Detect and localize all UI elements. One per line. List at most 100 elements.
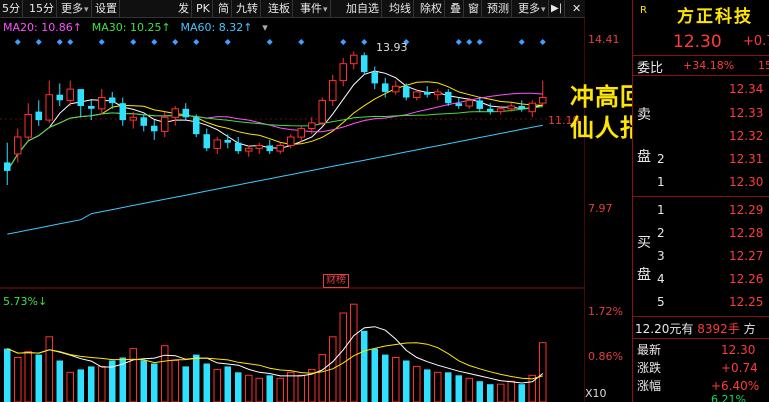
event-diamond-icon	[539, 39, 546, 45]
volume-bar-down	[77, 369, 84, 402]
bid-row[interactable]: 2 12.28	[633, 223, 769, 243]
vol-axis-mid: 0.86%	[588, 350, 623, 363]
ask-row[interactable]: 2 12.31	[633, 149, 769, 169]
candle-body-up	[245, 147, 253, 152]
play-icon[interactable]: ▶|	[549, 0, 566, 17]
kline-chart[interactable]: 11.19 MA20: 10.86↑ MA30: 10.25↑ MA60: 8.…	[0, 18, 623, 402]
ask-row[interactable]: 12.34	[633, 79, 769, 99]
candle-body-down	[487, 108, 494, 112]
volume-bar-up	[497, 383, 505, 402]
candle-body-up	[287, 136, 295, 146]
volume-bar-up	[66, 371, 74, 402]
candle-body-down	[151, 125, 158, 132]
stat-row-pct: 涨幅 +6.40%	[637, 379, 760, 393]
volume-bar-down	[151, 363, 158, 402]
nine-turn-button[interactable]: 九转	[234, 0, 261, 17]
more-period-dropdown[interactable]: 更多	[59, 0, 92, 17]
event-diamond-icon	[193, 39, 200, 45]
volume-bar-up	[297, 374, 305, 402]
event-diamond-icon	[455, 39, 462, 45]
fund-info: 12.20元有 8392手 方	[635, 320, 756, 337]
ma5-line	[6, 70, 543, 172]
bid-row[interactable]: 5 12.25	[633, 292, 769, 312]
candle-body-down	[266, 145, 273, 152]
weibi-label: 委比	[637, 61, 664, 76]
high-price-marker: 13.93	[376, 41, 408, 54]
candle-body-up	[329, 80, 337, 101]
volume-bar-up	[255, 377, 263, 402]
volume-bar-down	[487, 384, 494, 402]
bid-row[interactable]: 3 12.27	[633, 246, 769, 266]
volume-bar-down	[455, 375, 462, 402]
volume-bar-up	[539, 342, 547, 402]
event-diamond-icon	[151, 39, 158, 45]
vol-ma10-line	[7, 342, 543, 380]
candle-body-down	[203, 134, 210, 149]
candle-body-up	[276, 145, 284, 152]
volume-bar-up	[413, 365, 421, 402]
moving-average-button[interactable]: 均线	[387, 0, 414, 17]
volume-bar-up	[213, 368, 221, 402]
stock-name: 方正科技	[677, 7, 753, 27]
volume-bar-up	[287, 371, 295, 402]
event-diamond-icon	[340, 39, 347, 45]
add-watchlist-button[interactable]: 加自选	[344, 0, 382, 17]
pk-button[interactable]: PK	[194, 0, 213, 17]
events-dropdown[interactable]: 事件	[298, 0, 331, 17]
ask-row[interactable]: 12.32	[633, 126, 769, 146]
volume-bar-down	[382, 354, 389, 402]
event-diamond-icon	[298, 39, 305, 45]
stat-row-change: 涨跌 +0.74	[637, 361, 758, 375]
ex-rights-button[interactable]: 除权	[418, 0, 445, 17]
event-diamond-icon	[14, 39, 21, 45]
settings-button[interactable]: 设置	[93, 0, 120, 17]
volume-bar-up	[161, 345, 169, 402]
candle-body-up	[350, 54, 358, 65]
volume-bar-up	[276, 377, 284, 402]
event-tag[interactable]: 财榜	[323, 274, 349, 288]
close-icon[interactable]: ✕	[570, 0, 583, 17]
window-button[interactable]: 窗	[466, 0, 482, 17]
candle-body-up	[129, 116, 137, 121]
candle-body-up	[297, 128, 305, 138]
ma60-label: MA60: 8.32↑	[180, 21, 253, 34]
volume-bar-down	[403, 360, 410, 402]
ma30-label: MA30: 10.25↑	[91, 21, 171, 34]
event-diamond-icon	[518, 39, 525, 45]
ask-row[interactable]: 1 12.30	[633, 172, 769, 192]
forecast-button[interactable]: 预测	[485, 0, 512, 17]
candle-body-up	[24, 114, 32, 138]
volume-bar-up	[98, 365, 106, 402]
candle-body-up	[308, 122, 316, 130]
period-5min-button[interactable]: 5分	[0, 0, 23, 17]
weibi-value: +34.18%	[683, 59, 735, 72]
fund-tail: 方	[743, 322, 756, 336]
overlay-button[interactable]: 叠	[448, 0, 464, 17]
fund-text: 12.20元有	[635, 322, 694, 336]
volume-bar-up	[129, 348, 137, 402]
period-15min-button[interactable]: 15分	[27, 0, 57, 17]
candle-body-down	[518, 106, 525, 109]
volume-bar-up	[318, 354, 326, 402]
more-tools-dropdown[interactable]: 更多	[516, 0, 549, 17]
stat-tail: 6.21%	[711, 394, 746, 402]
simple-button[interactable]: 简	[216, 0, 232, 17]
ask-row[interactable]: 12.33	[633, 103, 769, 123]
volume-bar-up	[392, 357, 400, 402]
candle-body-up	[66, 88, 74, 101]
bid-row[interactable]: 1 12.29	[633, 200, 769, 220]
ma-settings-icon[interactable]: ▾	[262, 21, 268, 34]
fa-button[interactable]: 发	[176, 0, 192, 17]
candle-body-up	[339, 63, 347, 82]
bid-row[interactable]: 4 12.26	[633, 269, 769, 289]
candle-body-up	[14, 136, 22, 155]
volume-bar-up	[339, 312, 347, 402]
volume-bar-down	[88, 366, 95, 402]
candle-body-up	[413, 91, 421, 99]
limit-up-button[interactable]: 连板	[266, 0, 293, 17]
volume-bar-down	[235, 372, 242, 402]
candle-body-down	[56, 94, 63, 101]
volume-bar-up	[45, 336, 53, 402]
candle-body-up	[318, 99, 326, 124]
candle-body-down	[235, 142, 242, 152]
